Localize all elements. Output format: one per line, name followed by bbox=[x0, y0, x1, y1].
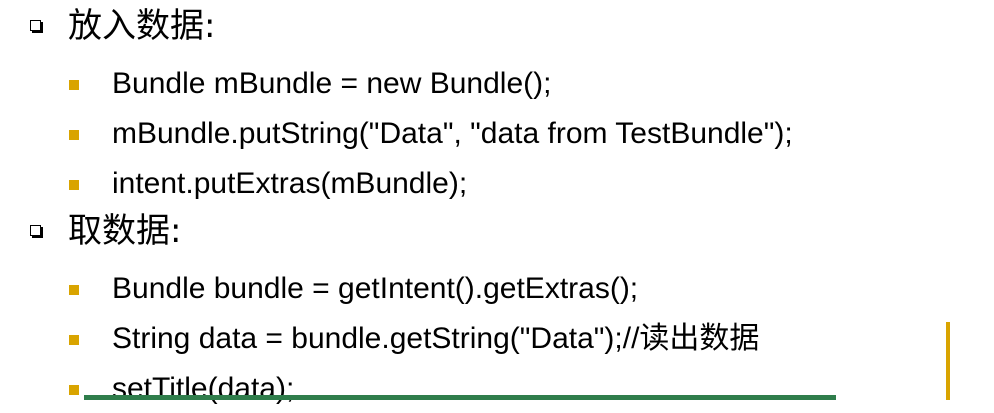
section-get-data: 取数据: Bundle bundle = getIntent().getExtr… bbox=[0, 205, 994, 413]
code-line: intent.putExtras(mBundle); bbox=[112, 167, 468, 200]
bottom-rule-line bbox=[84, 395, 836, 400]
list-item: mBundle.putString("Data", "data from Tes… bbox=[0, 108, 994, 158]
square-bullet-icon bbox=[69, 130, 79, 140]
square-bullet-icon bbox=[69, 385, 79, 395]
code-line: Bundle bundle = getIntent().getExtras(); bbox=[112, 272, 639, 305]
bullet-list: Bundle bundle = getIntent().getExtras();… bbox=[0, 263, 994, 413]
list-item: Bundle mBundle = new Bundle(); bbox=[0, 58, 994, 108]
list-item: intent.putExtras(mBundle); bbox=[0, 158, 994, 208]
hollow-square-bullet-icon bbox=[30, 20, 41, 31]
square-bullet-icon bbox=[69, 180, 79, 190]
section-heading: 放入数据: bbox=[0, 0, 994, 58]
square-bullet-icon bbox=[69, 80, 79, 90]
slide: 放入数据: Bundle mBundle = new Bundle(); mBu… bbox=[0, 0, 994, 405]
section-put-data: 放入数据: Bundle mBundle = new Bundle(); mBu… bbox=[0, 0, 994, 208]
code-line: String data = bundle.getString("Data");/… bbox=[112, 322, 760, 355]
side-accent-line bbox=[946, 322, 950, 400]
square-bullet-icon bbox=[69, 335, 79, 345]
list-item: String data = bundle.getString("Data");/… bbox=[0, 313, 994, 363]
code-line: Bundle mBundle = new Bundle(); bbox=[112, 67, 552, 100]
list-item: Bundle bundle = getIntent().getExtras(); bbox=[0, 263, 994, 313]
section-heading: 取数据: bbox=[0, 205, 994, 263]
code-line: setTitle(data); bbox=[112, 372, 295, 405]
hollow-square-bullet-icon bbox=[30, 225, 41, 236]
heading-text: 放入数据: bbox=[68, 6, 216, 46]
heading-text: 取数据: bbox=[68, 211, 182, 251]
square-bullet-icon bbox=[69, 285, 79, 295]
code-line: mBundle.putString("Data", "data from Tes… bbox=[112, 117, 793, 150]
bullet-list: Bundle mBundle = new Bundle(); mBundle.p… bbox=[0, 58, 994, 208]
list-item: setTitle(data); bbox=[0, 363, 994, 413]
